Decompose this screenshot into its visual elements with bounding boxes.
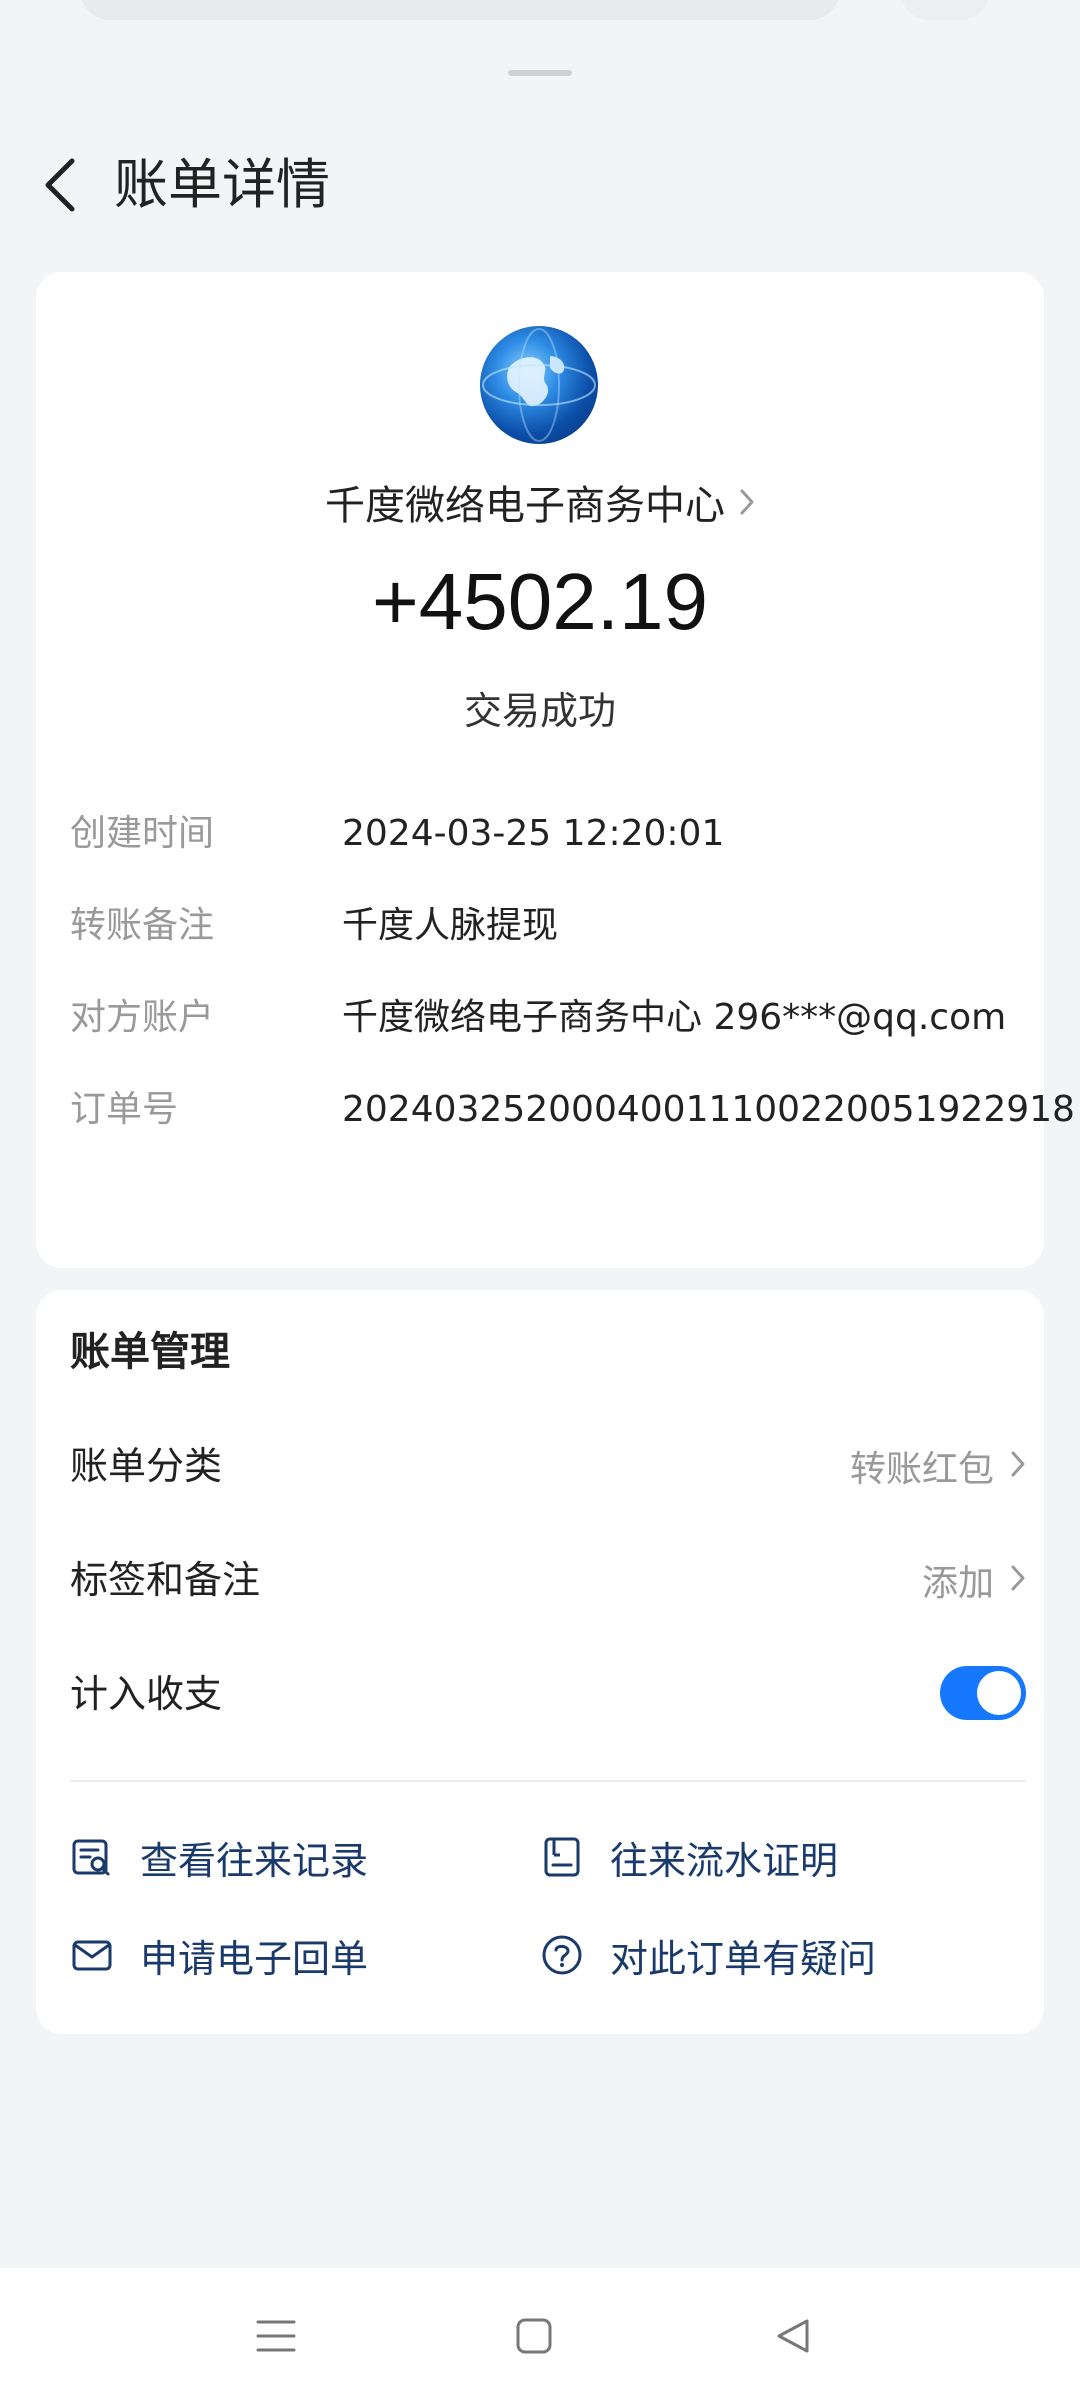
back-triangle-icon — [777, 2319, 809, 2353]
envelope-icon — [70, 1933, 114, 1977]
count-income-label: 计入收支 — [70, 1672, 223, 1716]
transaction-status: 交易成功 — [463, 689, 616, 733]
menu-button[interactable] — [246, 2306, 306, 2366]
detail-label: 创建时间 — [70, 813, 215, 854]
top-button-remnant — [900, 0, 990, 20]
merchant-name: 千度微络电子商务中心 — [325, 483, 725, 529]
count-income-toggle[interactable] — [940, 1666, 1026, 1720]
question-icon — [540, 1933, 584, 1977]
transaction-amount: +4502.19 — [372, 557, 708, 646]
chevron-right-icon — [1010, 1450, 1026, 1482]
statement-proof-icon — [540, 1835, 584, 1879]
top-search-pill — [80, 0, 840, 20]
tags-notes-label: 标签和备注 — [70, 1558, 261, 1602]
sheet-grab-handle[interactable] — [508, 70, 572, 76]
detail-label: 转账备注 — [70, 905, 215, 946]
detail-value[interactable]: 20240325200040011100220051922918 — [342, 1082, 1080, 1138]
detail-label: 对方账户 — [70, 997, 215, 1038]
bill-category-label: 账单分类 — [70, 1444, 223, 1488]
chevron-left-icon — [45, 158, 75, 212]
home-button[interactable] — [504, 2306, 564, 2366]
order-question-button[interactable]: 对此订单有疑问 — [540, 1920, 876, 1990]
home-square-icon — [516, 2318, 552, 2354]
statement-proof-button[interactable]: 往来流水证明 — [540, 1822, 838, 1892]
top-bar-remnant — [0, 0, 1080, 40]
chevron-right-icon — [1010, 1564, 1026, 1596]
tags-notes-value: 添加 — [921, 1563, 994, 1604]
view-records-label: 查看往来记录 — [140, 1838, 369, 1883]
transaction-card: 千度微络电子商务中心 +4502.19 交易成功 创建时间 2024-03-25… — [36, 272, 1075, 1268]
section-title: 账单管理 — [70, 1329, 230, 1375]
detail-label: 订单号 — [70, 1089, 179, 1130]
globe-icon — [482, 328, 596, 442]
merchant-logo[interactable] — [480, 326, 598, 444]
divider — [70, 1780, 1026, 1782]
back-nav-button[interactable] — [762, 2306, 822, 2366]
detail-value: 千度微络电子商务中心 296***@qq.com — [342, 997, 1007, 1038]
bill-management-card: 账单管理 账单分类 转账红包 标签和备注 添加 计入收支 查看往来记录 往来流水… — [36, 1290, 1044, 2034]
e-receipt-label: 申请电子回单 — [140, 1936, 369, 1981]
detail-value: 2024-03-25 12:20:01 — [342, 813, 725, 854]
bill-category-row[interactable]: 账单分类 转账红包 — [70, 1428, 1026, 1504]
system-navigation-bar — [0, 2268, 1080, 2400]
toggle-knob — [977, 1671, 1021, 1715]
tags-notes-row[interactable]: 标签和备注 添加 — [70, 1542, 1026, 1618]
view-records-button[interactable]: 查看往来记录 — [70, 1822, 368, 1892]
statement-proof-label: 往来流水证明 — [610, 1838, 839, 1883]
page-title: 账单详情 — [114, 153, 330, 216]
menu-icon — [256, 2320, 296, 2352]
chevron-right-icon — [739, 488, 755, 516]
detail-value: 千度人脉提现 — [342, 905, 559, 946]
back-button[interactable] — [30, 155, 90, 215]
bill-category-value: 转账红包 — [849, 1449, 994, 1490]
order-question-label: 对此订单有疑问 — [610, 1936, 877, 1981]
count-income-row: 计入收支 — [70, 1656, 1026, 1732]
e-receipt-button[interactable]: 申请电子回单 — [70, 1920, 368, 1990]
merchant-row[interactable]: 千度微络电子商务中心 — [36, 472, 1044, 532]
header: 账单详情 — [0, 140, 1080, 230]
records-search-icon — [70, 1835, 114, 1879]
